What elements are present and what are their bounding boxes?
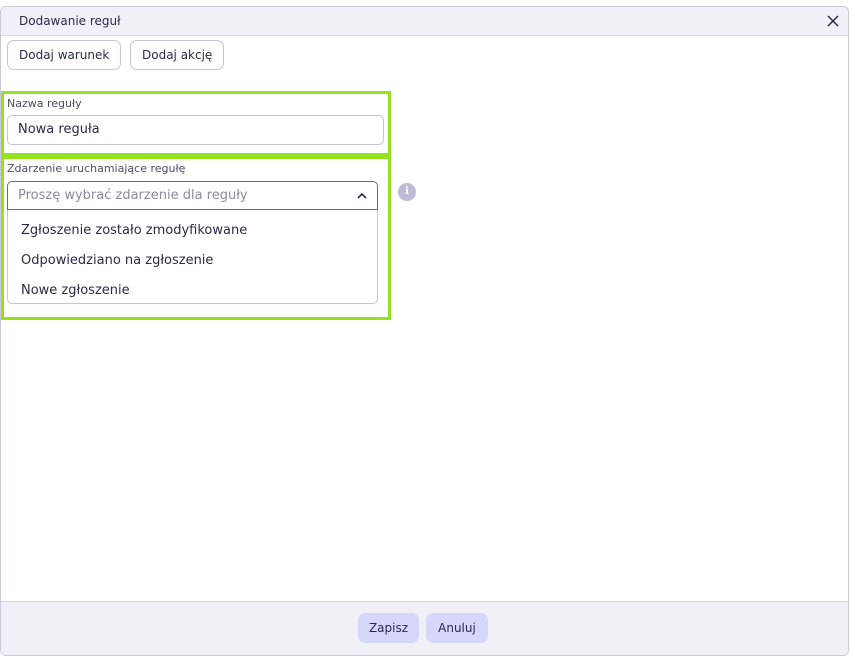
trigger-event-dropdown: Zgłoszenie zostało zmodyfikowane Odpowie… [7,210,378,304]
dropdown-option[interactable]: Zgłoszenie zostało zmodyfikowane [21,223,247,238]
close-button[interactable] [824,12,842,30]
dropdown-option[interactable]: Nowe zgłoszenie [21,283,130,298]
info-icon[interactable]: i [398,183,416,201]
add-action-button[interactable]: Dodaj akcję [130,40,225,70]
dialog-footer: Zapisz Anuluj [1,601,848,655]
dialog-title: Dodawanie reguł [19,14,121,28]
trigger-event-select[interactable]: Proszę wybrać zdarzenie dla reguły [7,181,378,210]
dropdown-option[interactable]: Odpowiedziano na zgłoszenie [21,253,213,268]
rule-name-input[interactable]: Nowa reguła [7,115,384,145]
add-condition-button[interactable]: Dodaj warunek [7,40,122,70]
save-button[interactable]: Zapisz [358,613,419,643]
rule-dialog: Dodawanie reguł Dodaj warunek Dodaj akcj… [0,6,849,656]
trigger-event-placeholder: Proszę wybrać zdarzenie dla reguły [18,188,248,203]
chevron-up-icon [357,192,367,199]
cancel-button[interactable]: Anuluj [426,613,488,643]
dialog-titlebar: Dodawanie reguł [1,7,848,36]
rule-name-label: Nazwa reguły [7,97,82,110]
trigger-event-label: Zdarzenie uruchamiające regułę [7,162,186,175]
close-icon [827,15,839,27]
